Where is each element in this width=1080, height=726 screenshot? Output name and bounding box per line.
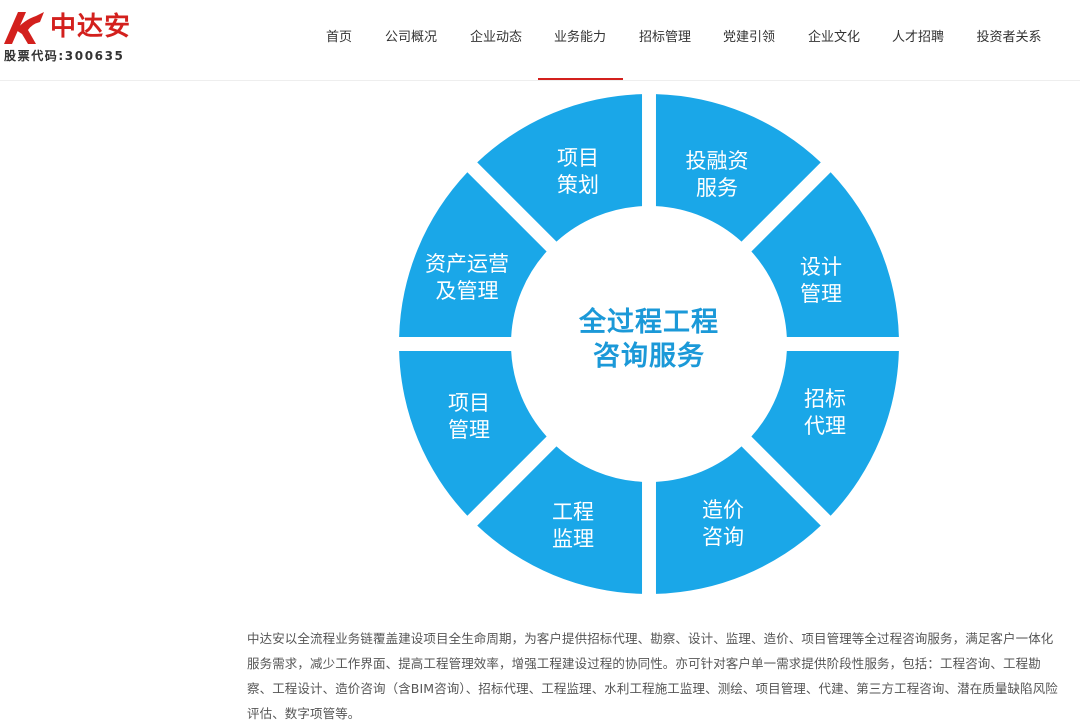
segment-label-engineering-supervision: 工程 监理 [552,500,594,551]
segment-label-project-management: 项目 管理 [448,391,490,442]
nav-item-company-news[interactable]: 企业动态 [470,28,522,48]
segment-label-bidding-agency: 招标 代理 [804,387,846,438]
nav-item-home[interactable]: 首页 [326,28,352,48]
segment-label-asset-operation: 资产运营 及管理 [425,252,509,303]
service-wheel-diagram: 项目 策划 投融资 服务 设计 管理 招标 代理 造价 咨询 工程 监理 项目 … [397,92,902,597]
business-description: 中达安以全流程业务链覆盖建设项目全生命周期，为客户提供招标代理、勘察、设计、监理… [247,631,1058,721]
nav-item-business[interactable]: 业务能力 [554,28,606,48]
segment-label-investment-financing: 投融资 服务 [685,149,749,200]
segment-label-design-management: 设计 管理 [800,255,842,306]
nav-item-bidding[interactable]: 招标管理 [639,28,691,48]
nav-item-company-overview[interactable]: 公司概况 [385,28,437,48]
nav-item-party-building[interactable]: 党建引领 [723,28,775,48]
wheel-center-title: 全过程工程 咨询服务 [579,307,719,372]
nav-item-careers[interactable]: 人才招聘 [892,28,944,48]
segment-label-cost-consulting: 造价 咨询 [702,498,744,549]
segment-label-project-planning: 项目 策划 [557,146,599,197]
nav-item-culture[interactable]: 企业文化 [808,28,860,48]
main-nav: 首页 公司概况 企业动态 业务能力 招标管理 党建引领 企业文化 人才招聘 投资… [0,0,1080,80]
nav-item-investor-relations[interactable]: 投资者关系 [976,28,1041,48]
site-header: 中达安 股票代码:300635 首页 公司概况 企业动态 业务能力 招标管理 党… [0,0,1080,81]
nav-active-indicator [538,78,623,80]
